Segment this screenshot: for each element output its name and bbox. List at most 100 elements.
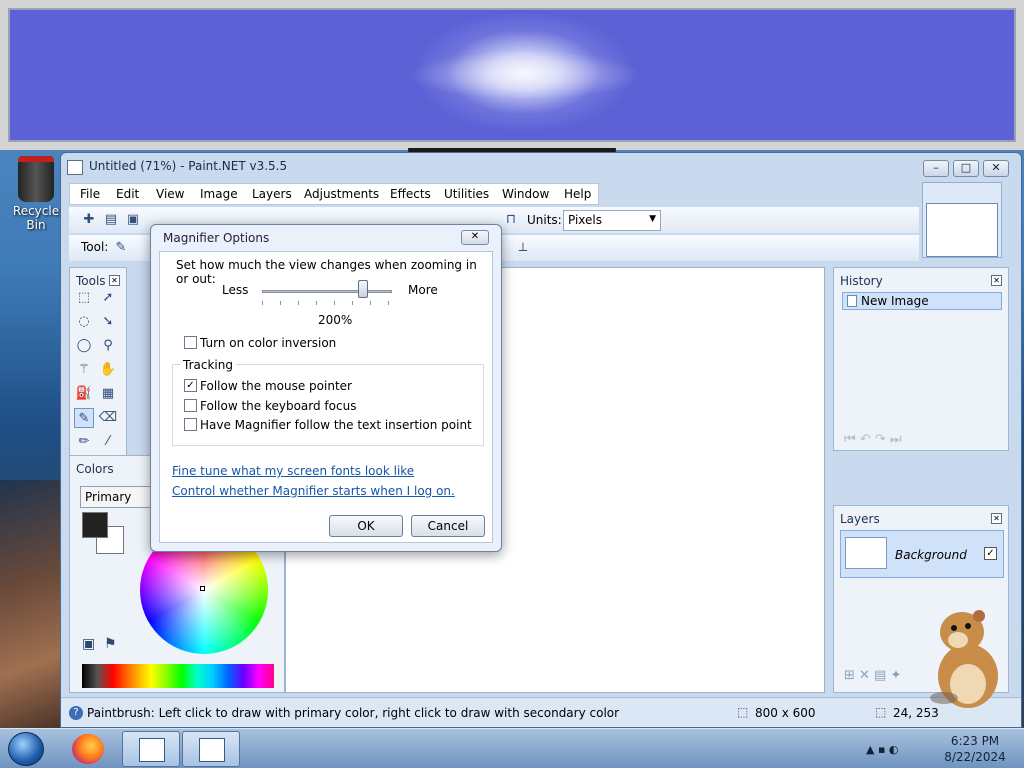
layer-name: Background — [895, 548, 967, 562]
magnifier-lens-view — [8, 8, 1016, 142]
open-file-icon[interactable]: ▤ — [103, 212, 119, 228]
menu-file[interactable]: File — [80, 187, 100, 201]
color-inversion-checkbox[interactable] — [184, 336, 197, 349]
tool-label: Tool: — [81, 240, 109, 254]
status-text: Paintbrush: Left click to draw with prim… — [87, 706, 620, 720]
follow-mouse-checkbox[interactable]: ✓ — [184, 379, 197, 392]
clock[interactable]: 6:23 PM 8/22/2024 — [940, 733, 1010, 765]
units-dropdown[interactable]: Pixels ▼ — [563, 210, 661, 231]
colors-panel-title: Colors — [76, 462, 114, 476]
ellipse-select-icon[interactable]: ◯ — [74, 336, 94, 356]
firefox-icon[interactable] — [72, 734, 104, 764]
layers-panel-title: Layers — [840, 512, 880, 526]
follow-mouse-label: Follow the mouse pointer — [200, 379, 352, 393]
color-picker-icon[interactable]: ⁄ — [98, 432, 118, 452]
window-title: Untitled (71%) - Paint.NET v3.5.5 — [89, 159, 288, 173]
color-palette[interactable] — [82, 664, 274, 688]
gradient-icon[interactable]: ▦ — [98, 384, 118, 404]
status-bar: ? Paintbrush: Left click to draw with pr… — [61, 697, 1021, 727]
cursor-position-icon: ⬚ — [875, 705, 887, 719]
zoom-value: 200% — [318, 313, 353, 327]
slider-less-label: Less — [222, 283, 249, 297]
menu-bar: File Edit View Image Layers Adjustments … — [69, 183, 599, 205]
recycle-bin-desktop-icon[interactable]: Recycle Bin — [6, 154, 66, 232]
paintbrush-icon[interactable]: ✎ — [74, 408, 94, 428]
menu-edit[interactable]: Edit — [116, 187, 139, 201]
start-button[interactable] — [8, 732, 44, 766]
chevron-down-icon: ▼ — [649, 214, 656, 224]
color-mode-dropdown[interactable]: Primary — [80, 486, 152, 508]
recycle-bin-icon — [18, 156, 54, 202]
image-thumbnail-navigator[interactable] — [922, 182, 1002, 258]
move-pixels-icon[interactable]: ➘ — [98, 312, 118, 332]
system-tray[interactable]: ▲ ▪ ◐ — [866, 743, 899, 756]
image-size: 800 x 600 — [755, 706, 816, 720]
hamster-desktop-gadget — [930, 610, 998, 708]
minimize-button[interactable]: – — [923, 160, 949, 177]
clock-date: 8/22/2024 — [944, 750, 1006, 764]
tracking-label: Tracking — [180, 358, 236, 372]
menu-help[interactable]: Help — [564, 187, 591, 201]
layer-item[interactable]: Background ✓ — [840, 530, 1004, 578]
menu-layers[interactable]: Layers — [252, 187, 292, 201]
tools-panel: Tools ✕ ⬚ ➚ ◌ ➘ ◯ ⚲ ⚚ ✋ ⛽ ▦ ✎ ⌫ ✏ ⁄ — [69, 267, 127, 463]
clock-time: 6:23 PM — [950, 734, 1000, 748]
fine-tune-fonts-link[interactable]: Fine tune what my screen fonts look like — [172, 464, 414, 478]
dialog-close-button[interactable]: ✕ — [461, 230, 489, 245]
eraser-icon[interactable]: ⌫ — [98, 408, 118, 428]
magic-wand-icon[interactable]: ⚚ — [74, 360, 94, 380]
menu-image[interactable]: Image — [200, 187, 238, 201]
menu-view[interactable]: View — [156, 187, 184, 201]
paintbrush-tool-icon[interactable]: ✎ — [113, 240, 129, 256]
menu-adjustments[interactable]: Adjustments — [304, 187, 379, 201]
pencil-icon[interactable]: ✏ — [74, 432, 94, 452]
zoom-slider-track[interactable] — [262, 290, 392, 293]
cancel-button[interactable]: Cancel — [411, 515, 485, 537]
layers-toolbar: ⊞ ✕ ▤ ✦ — [844, 668, 902, 683]
color-inversion-label: Turn on color inversion — [200, 336, 337, 350]
zoom-icon[interactable]: ⚲ — [98, 336, 118, 356]
close-icon[interactable]: ✕ — [991, 513, 1002, 524]
paint-bucket-icon[interactable]: ⛽ — [74, 384, 94, 404]
rectangle-select-icon[interactable]: ⬚ — [74, 288, 94, 308]
magnifier-options-dialog: Magnifier Options ✕ Set how much the vie… — [150, 224, 502, 552]
palette-menu-icon[interactable]: ⚑ — [104, 636, 117, 652]
primary-color-swatch[interactable] — [82, 512, 108, 538]
history-panel: History ✕ New Image ⏮ ↶ ↷ ⏭ — [833, 267, 1009, 451]
move-selection-icon[interactable]: ➚ — [98, 288, 118, 308]
add-color-icon[interactable]: ▣ — [82, 636, 95, 652]
taskbar-magnifier-button[interactable] — [182, 731, 240, 767]
save-file-icon[interactable]: ▣ — [125, 212, 141, 228]
color-wheel-cursor — [200, 586, 205, 591]
follow-text-checkbox[interactable] — [184, 418, 197, 431]
taskbar-paintnet-button[interactable] — [122, 731, 180, 767]
recycle-bin-label: Recycle Bin — [12, 204, 60, 232]
layer-visible-checkbox[interactable]: ✓ — [984, 547, 997, 560]
lasso-icon[interactable]: ◌ — [74, 312, 94, 332]
magnifier-lens-window — [0, 0, 1024, 150]
menu-window[interactable]: Window — [502, 187, 549, 201]
menu-utilities[interactable]: Utilities — [444, 187, 489, 201]
maximize-button[interactable]: □ — [953, 160, 979, 177]
menu-effects[interactable]: Effects — [390, 187, 431, 201]
close-icon[interactable]: ✕ — [991, 275, 1002, 286]
close-button[interactable]: ✕ — [983, 160, 1009, 177]
magnifier-startup-link[interactable]: Control whether Magnifier starts when I … — [172, 484, 455, 498]
antialias-icon[interactable]: ⟂ — [515, 240, 531, 256]
close-icon[interactable]: ✕ — [109, 275, 120, 286]
zoom-intro-text: Set how much the view changes when zoomi… — [176, 258, 477, 286]
history-item[interactable]: New Image — [842, 292, 1002, 310]
dialog-title: Magnifier Options — [163, 231, 270, 245]
slider-more-label: More — [408, 283, 438, 297]
history-navigation: ⏮ ↶ ↷ ⏭ — [844, 432, 902, 447]
follow-keyboard-checkbox[interactable] — [184, 399, 197, 412]
follow-keyboard-label: Follow the keyboard focus — [200, 399, 357, 413]
zoom-slider-thumb[interactable] — [358, 280, 368, 298]
layer-thumbnail — [845, 537, 887, 569]
ok-button[interactable]: OK — [329, 515, 403, 537]
dialog-body: Set how much the view changes when zoomi… — [159, 251, 493, 543]
desktop-wallpaper — [0, 480, 60, 740]
ruler-icon[interactable]: ⊓ — [503, 212, 519, 228]
new-file-icon[interactable]: ✚ — [81, 212, 97, 228]
pan-icon[interactable]: ✋ — [98, 360, 118, 380]
